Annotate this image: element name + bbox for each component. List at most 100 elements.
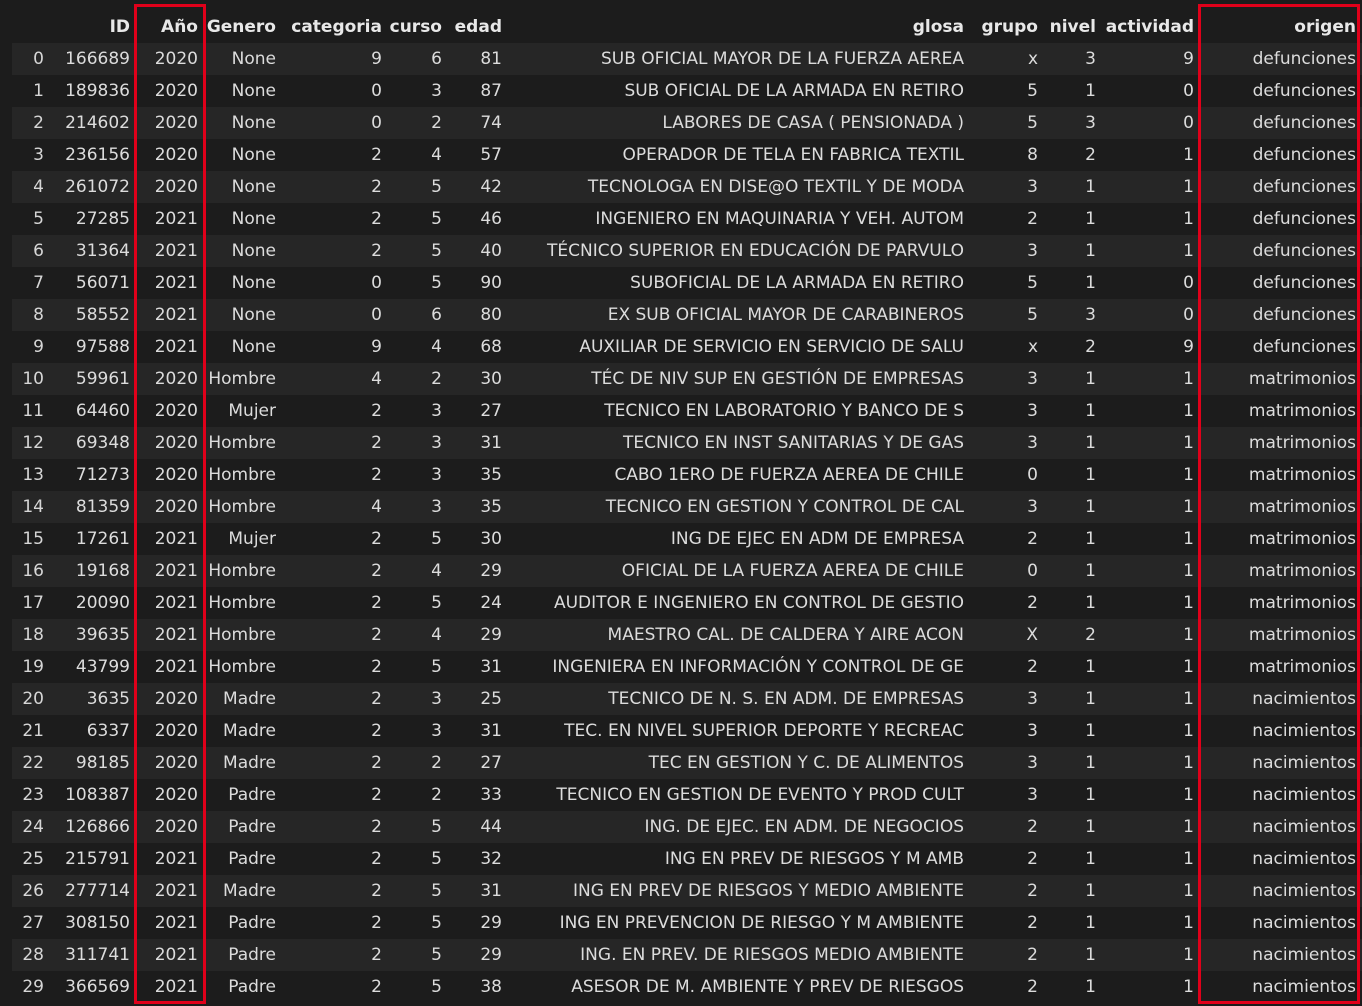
cell-edad: 44 [480,817,502,837]
cell-categoria: 2 [371,913,382,933]
cell-actividad: 1 [1183,977,1194,997]
cell-grupo: x [1027,337,1038,357]
column-header-ano: Año [161,16,198,37]
cell-ano: 2021 [154,209,198,229]
cell-glosa: TECNICO DE N. S. EN ADM. DE EMPRESAS [608,689,964,709]
cell-categoria: 0 [371,273,382,293]
dataframe-table: ID Año Genero categoria curso edad glosa grupo n… [12,10,1362,1003]
cell-ano: 2020 [154,753,198,773]
cell-ano: 2021 [154,913,198,933]
cell-categoria: 2 [371,817,382,837]
column-header-categoria: categoria [291,16,382,37]
cell-genero: None [231,81,276,101]
cell-genero: None [231,241,276,261]
cell-genero: Madre [223,689,276,709]
table-row: 20 3635 2020 Madre 2 3 25 TECNICO DE N. S. EN A… [12,683,1362,715]
cell-edad: 31 [480,657,502,677]
cell-actividad: 9 [1183,337,1194,357]
cell-origen: nacimientos [1252,913,1356,933]
cell-actividad: 1 [1183,753,1194,773]
cell-id: 189836 [65,81,130,101]
cell-actividad: 1 [1183,625,1194,645]
cell-glosa: ING EN PREVENCION DE RIESGO Y M AMBIENTE [559,913,964,933]
cell-nivel: 1 [1085,465,1096,485]
cell-nivel: 1 [1085,497,1096,517]
cell-curso: 6 [431,49,442,69]
cell-id: 64460 [75,401,130,421]
table-row: 11 64460 2020 Mujer 2 3 27 TECNICO EN LABORATOR… [12,395,1362,427]
cell-ano: 2020 [154,177,198,197]
cell-curso: 4 [431,561,442,581]
table-row: 4 261072 2020 None 2 5 42 TECNOLOGA EN DISE@O T… [12,171,1362,203]
cell-nivel: 1 [1085,561,1096,581]
cell-curso: 5 [431,209,442,229]
row-index: 5 [33,209,44,229]
cell-grupo: 0 [1027,465,1038,485]
cell-id: 366569 [65,977,130,997]
cell-ano: 2020 [154,49,198,69]
cell-grupo: 2 [1027,529,1038,549]
cell-origen: defunciones [1252,273,1356,293]
cell-id: 98185 [75,753,130,773]
cell-origen: matrimonios [1248,529,1356,549]
cell-glosa: TEC. EN NIVEL SUPERIOR DEPORTE Y RECREAC [564,721,964,741]
cell-actividad: 1 [1183,881,1194,901]
cell-curso: 3 [431,81,442,101]
cell-glosa: MAESTRO CAL. DE CALDERA Y AIRE ACON [607,625,964,645]
cell-categoria: 2 [371,145,382,165]
cell-actividad: 0 [1183,305,1194,325]
cell-actividad: 1 [1183,209,1194,229]
table-row: 23 108387 2020 Padre 2 2 33 TECNICO EN GESTION … [12,779,1362,811]
cell-glosa: CABO 1ERO DE FUERZA AEREA DE CHILE [614,465,964,485]
cell-categoria: 2 [371,881,382,901]
cell-actividad: 1 [1183,401,1194,421]
cell-nivel: 2 [1085,145,1096,165]
cell-origen: nacimientos [1252,849,1356,869]
cell-grupo: 3 [1027,177,1038,197]
row-index: 17 [22,593,44,613]
cell-ano: 2021 [154,561,198,581]
row-index: 27 [22,913,44,933]
cell-actividad: 0 [1183,113,1194,133]
cell-id: 27285 [75,209,130,229]
cell-glosa: ING. EN PREV. DE RIESGOS MEDIO AMBIENTE [580,945,964,965]
row-index: 12 [22,433,44,453]
cell-origen: matrimonios [1248,465,1356,485]
cell-edad: 31 [480,881,502,901]
cell-glosa: TEC EN GESTION Y C. DE ALIMENTOS [648,753,964,773]
cell-actividad: 1 [1183,817,1194,837]
cell-id: 215791 [65,849,130,869]
cell-grupo: 0 [1027,561,1038,581]
cell-categoria: 2 [371,529,382,549]
cell-edad: 32 [480,849,502,869]
cell-genero: Mujer [228,529,276,549]
cell-categoria: 2 [371,401,382,421]
cell-actividad: 1 [1183,529,1194,549]
cell-categoria: 2 [371,465,382,485]
table-row: 28 311741 2021 Padre 2 5 29 ING. EN PREV. DE RI… [12,939,1362,971]
cell-grupo: 2 [1027,881,1038,901]
cell-genero: Padre [228,945,276,965]
row-index: 13 [22,465,44,485]
cell-glosa: LABORES DE CASA ( PENSIONADA ) [662,113,964,133]
cell-curso: 5 [431,177,442,197]
cell-actividad: 1 [1183,689,1194,709]
cell-edad: 35 [480,465,502,485]
cell-categoria: 2 [371,561,382,581]
cell-glosa: TECNICO EN LABORATORIO Y BANCO DE S [604,401,964,421]
cell-nivel: 1 [1085,945,1096,965]
cell-origen: matrimonios [1248,369,1356,389]
cell-categoria: 2 [371,209,382,229]
cell-origen: defunciones [1252,145,1356,165]
cell-ano: 2020 [154,689,198,709]
cell-categoria: 2 [371,849,382,869]
cell-id: 17261 [75,529,130,549]
cell-grupo: 2 [1027,945,1038,965]
cell-id: 39635 [75,625,130,645]
cell-ano: 2021 [154,657,198,677]
cell-edad: 24 [480,593,502,613]
cell-glosa: OFICIAL DE LA FUERZA AEREA DE CHILE [621,561,964,581]
cell-nivel: 1 [1085,849,1096,869]
cell-id: 56071 [75,273,130,293]
cell-grupo: 3 [1027,433,1038,453]
